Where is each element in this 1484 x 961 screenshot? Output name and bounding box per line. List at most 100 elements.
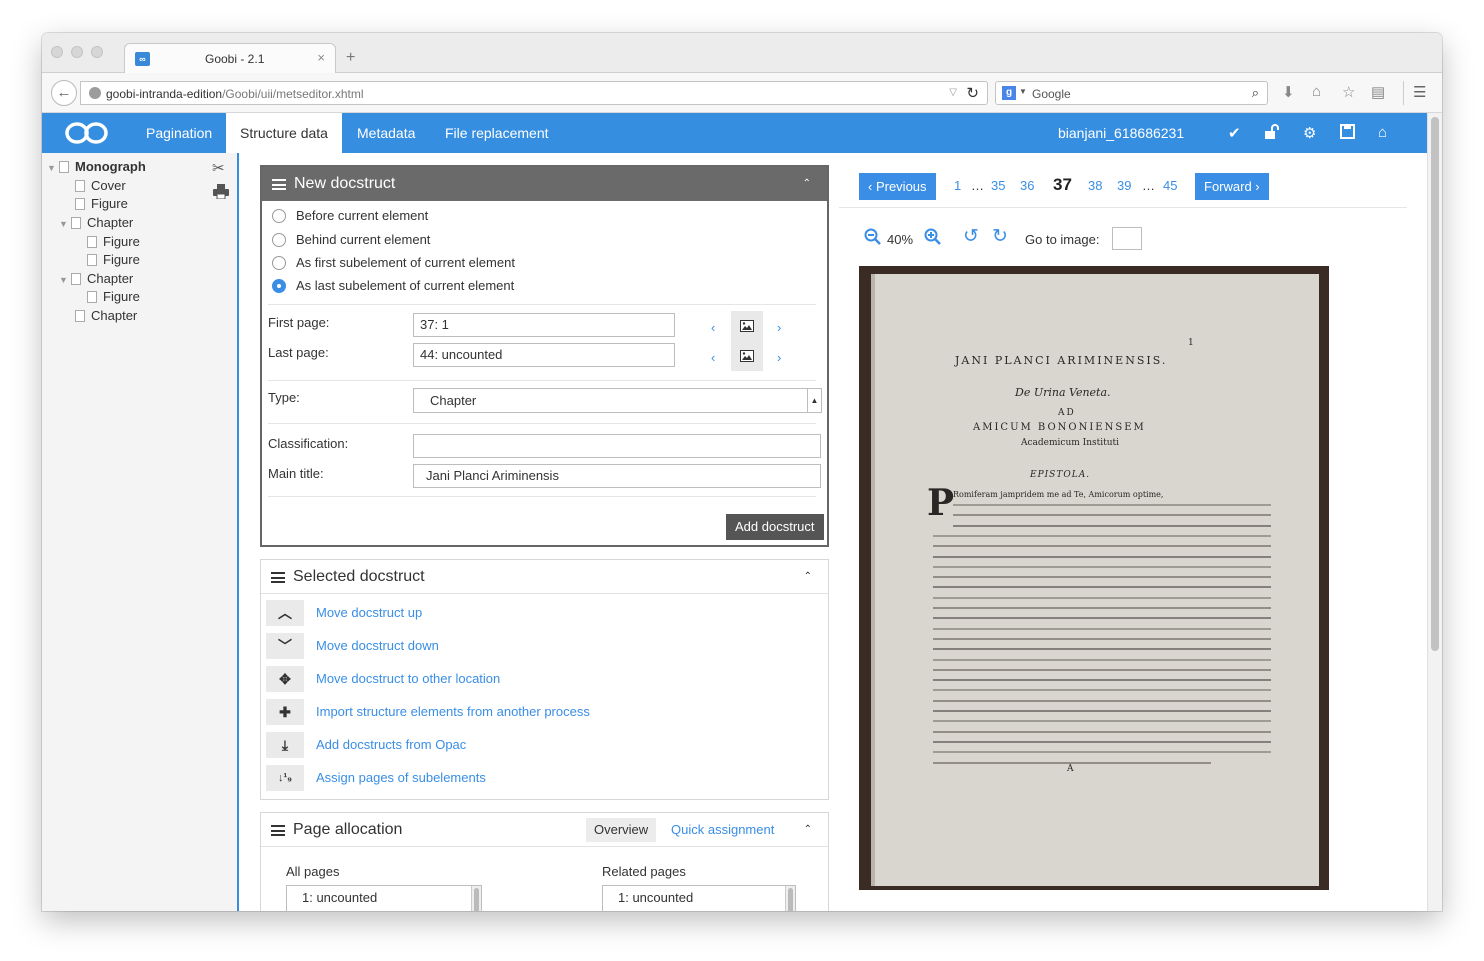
rotate-right-icon[interactable]: ↻ bbox=[992, 225, 1008, 248]
page-scrollbar-thumb[interactable] bbox=[1431, 117, 1439, 651]
collapse-icon[interactable]: ⌃ bbox=[804, 813, 812, 847]
tab-pagination[interactable]: Pagination bbox=[132, 113, 226, 153]
forward-button[interactable]: Forward › bbox=[1195, 173, 1269, 200]
page-scan-image[interactable]: 1 JANI PLANCI ARIMINENSIS. De Urina Vene… bbox=[859, 266, 1329, 890]
tab-metadata[interactable]: Metadata bbox=[343, 113, 429, 153]
last-page-next-icon[interactable]: › bbox=[777, 350, 781, 365]
rotate-left-icon[interactable]: ↺ bbox=[963, 225, 979, 248]
tab-structure-data[interactable]: Structure data bbox=[226, 113, 342, 153]
tree-node-cover[interactable]: Cover bbox=[75, 177, 126, 195]
unlink-icon[interactable]: ✂ bbox=[212, 159, 225, 177]
home-icon[interactable]: ⌂ bbox=[1312, 83, 1321, 100]
tree-node-figure[interactable]: Figure bbox=[87, 251, 140, 269]
page-link-45[interactable]: 45 bbox=[1163, 178, 1177, 193]
last-page-field[interactable]: 44: uncounted bbox=[413, 343, 675, 367]
collapse-icon[interactable]: ⌃ bbox=[804, 560, 812, 594]
first-page-image-button[interactable] bbox=[731, 311, 763, 341]
type-select[interactable]: Chapter ▲ bbox=[413, 388, 822, 413]
select-arrow-icon[interactable]: ▲ bbox=[807, 389, 821, 412]
search-engine-caret-icon[interactable]: ▼ bbox=[1019, 87, 1027, 96]
search-input[interactable]: Google bbox=[1032, 87, 1071, 101]
zoom-window-button[interactable] bbox=[91, 46, 103, 58]
list-scrollbar[interactable] bbox=[785, 886, 795, 911]
action-label[interactable]: Add docstructs from Opac bbox=[316, 737, 466, 752]
all-pages-list[interactable]: 1: uncounted bbox=[286, 885, 482, 911]
related-pages-list[interactable]: 1: uncounted bbox=[602, 885, 796, 911]
back-button[interactable]: ← bbox=[51, 80, 77, 106]
tree-node-chapter[interactable]: ▼ Chapter bbox=[59, 214, 133, 232]
tab-overview[interactable]: Overview bbox=[586, 818, 657, 842]
list-item[interactable]: 1: uncounted bbox=[618, 890, 693, 905]
previous-button[interactable]: ‹ Previous bbox=[859, 173, 936, 200]
page-link-38[interactable]: 38 bbox=[1088, 178, 1102, 193]
tab-quick-assignment[interactable]: Quick assignment bbox=[663, 818, 782, 842]
collapse-triangle-icon[interactable]: ▼ bbox=[59, 271, 71, 289]
unlock-icon[interactable] bbox=[1264, 124, 1280, 144]
option-last-subelement[interactable]: As last subelement of current element bbox=[272, 277, 514, 295]
option-behind-current[interactable]: Behind current element bbox=[272, 231, 430, 249]
minimize-window-button[interactable] bbox=[71, 46, 83, 58]
go-to-image-input[interactable] bbox=[1112, 227, 1142, 250]
add-docstruct-button[interactable]: Add docstruct bbox=[726, 514, 824, 540]
option-before-current[interactable]: Before current element bbox=[272, 207, 428, 225]
action-label[interactable]: Import structure elements from another p… bbox=[316, 704, 590, 719]
check-icon[interactable]: ✔ bbox=[1228, 124, 1241, 142]
first-page-field[interactable]: 37: 1 bbox=[413, 313, 675, 337]
page-scrollbar[interactable] bbox=[1427, 113, 1442, 911]
page-link-36[interactable]: 36 bbox=[1020, 178, 1034, 193]
hamburger-menu-icon[interactable]: ☰ bbox=[1413, 83, 1426, 101]
new-tab-button[interactable]: + bbox=[346, 49, 355, 67]
home-app-icon[interactable]: ⌂ bbox=[1378, 124, 1387, 141]
scan-text-line bbox=[933, 720, 1271, 723]
classification-field[interactable] bbox=[413, 434, 821, 458]
radio-button-selected[interactable] bbox=[272, 279, 286, 293]
reading-list-icon[interactable]: ▤ bbox=[1371, 83, 1385, 101]
action-label[interactable]: Move docstruct down bbox=[316, 638, 439, 653]
google-icon[interactable]: g bbox=[1002, 86, 1016, 100]
page-link-39[interactable]: 39 bbox=[1117, 178, 1131, 193]
option-first-subelement[interactable]: As first subelement of current element bbox=[272, 254, 515, 272]
last-page-prev-icon[interactable]: ‹ bbox=[711, 350, 715, 365]
first-page-prev-icon[interactable]: ‹ bbox=[711, 320, 715, 335]
tab-close-icon[interactable]: × bbox=[317, 50, 325, 65]
bookmark-star-icon[interactable]: ☆ bbox=[1342, 83, 1355, 101]
tree-node-chapter[interactable]: ▼ Chapter bbox=[59, 270, 133, 288]
zoom-in-icon[interactable] bbox=[924, 228, 941, 250]
tree-node-figure[interactable]: Figure bbox=[87, 233, 140, 251]
print-icon[interactable] bbox=[213, 184, 229, 203]
browser-tab[interactable]: ∞ Goobi - 2.1 × bbox=[124, 43, 336, 74]
url-dropdown-icon[interactable]: ▽ bbox=[949, 87, 957, 98]
reload-icon[interactable]: ↻ bbox=[966, 84, 979, 102]
radio-button[interactable] bbox=[272, 256, 286, 270]
url-bar[interactable]: goobi-intranda-edition/Goobi/uii/metsedi… bbox=[80, 81, 988, 105]
collapse-triangle-icon[interactable]: ▼ bbox=[59, 215, 71, 233]
download-icon[interactable]: ⬇ bbox=[1282, 83, 1295, 101]
tab-file-replacement[interactable]: File replacement bbox=[431, 113, 563, 153]
list-scrollbar[interactable] bbox=[471, 886, 481, 911]
action-label[interactable]: Assign pages of subelements bbox=[316, 770, 486, 785]
action-label[interactable]: Move docstruct up bbox=[316, 605, 422, 620]
close-window-button[interactable] bbox=[51, 46, 63, 58]
gear-icon[interactable]: ⚙ bbox=[1303, 124, 1316, 142]
radio-button[interactable] bbox=[272, 233, 286, 247]
tree-node-figure[interactable]: Figure bbox=[87, 288, 140, 306]
zoom-out-icon[interactable] bbox=[864, 228, 881, 250]
save-icon[interactable] bbox=[1340, 124, 1355, 143]
collapse-triangle-icon[interactable]: ▼ bbox=[47, 159, 59, 177]
goobi-logo-icon[interactable] bbox=[64, 119, 110, 147]
main-title-field[interactable]: Jani Planci Ariminensis bbox=[413, 464, 821, 488]
action-label[interactable]: Move docstruct to other location bbox=[316, 671, 500, 686]
search-icon[interactable]: ⌕ bbox=[1252, 85, 1259, 101]
collapse-icon[interactable]: ⌃ bbox=[803, 167, 811, 201]
page-link-35[interactable]: 35 bbox=[991, 178, 1005, 193]
page-link-1[interactable]: 1 bbox=[954, 178, 961, 193]
last-page-image-button[interactable] bbox=[731, 341, 763, 371]
first-page-next-icon[interactable]: › bbox=[777, 320, 781, 335]
radio-button[interactable] bbox=[272, 209, 286, 223]
list-item[interactable]: 1: uncounted bbox=[302, 890, 377, 905]
search-bar[interactable]: g ▼ Google ⌕ bbox=[995, 81, 1268, 105]
tree-node-monograph[interactable]: ▼ Monograph bbox=[47, 158, 146, 176]
url-text[interactable]: goobi-intranda-edition/Goobi/uii/metsedi… bbox=[106, 87, 364, 101]
tree-node-chapter[interactable]: Chapter bbox=[75, 307, 137, 325]
tree-node-figure[interactable]: Figure bbox=[75, 195, 128, 213]
